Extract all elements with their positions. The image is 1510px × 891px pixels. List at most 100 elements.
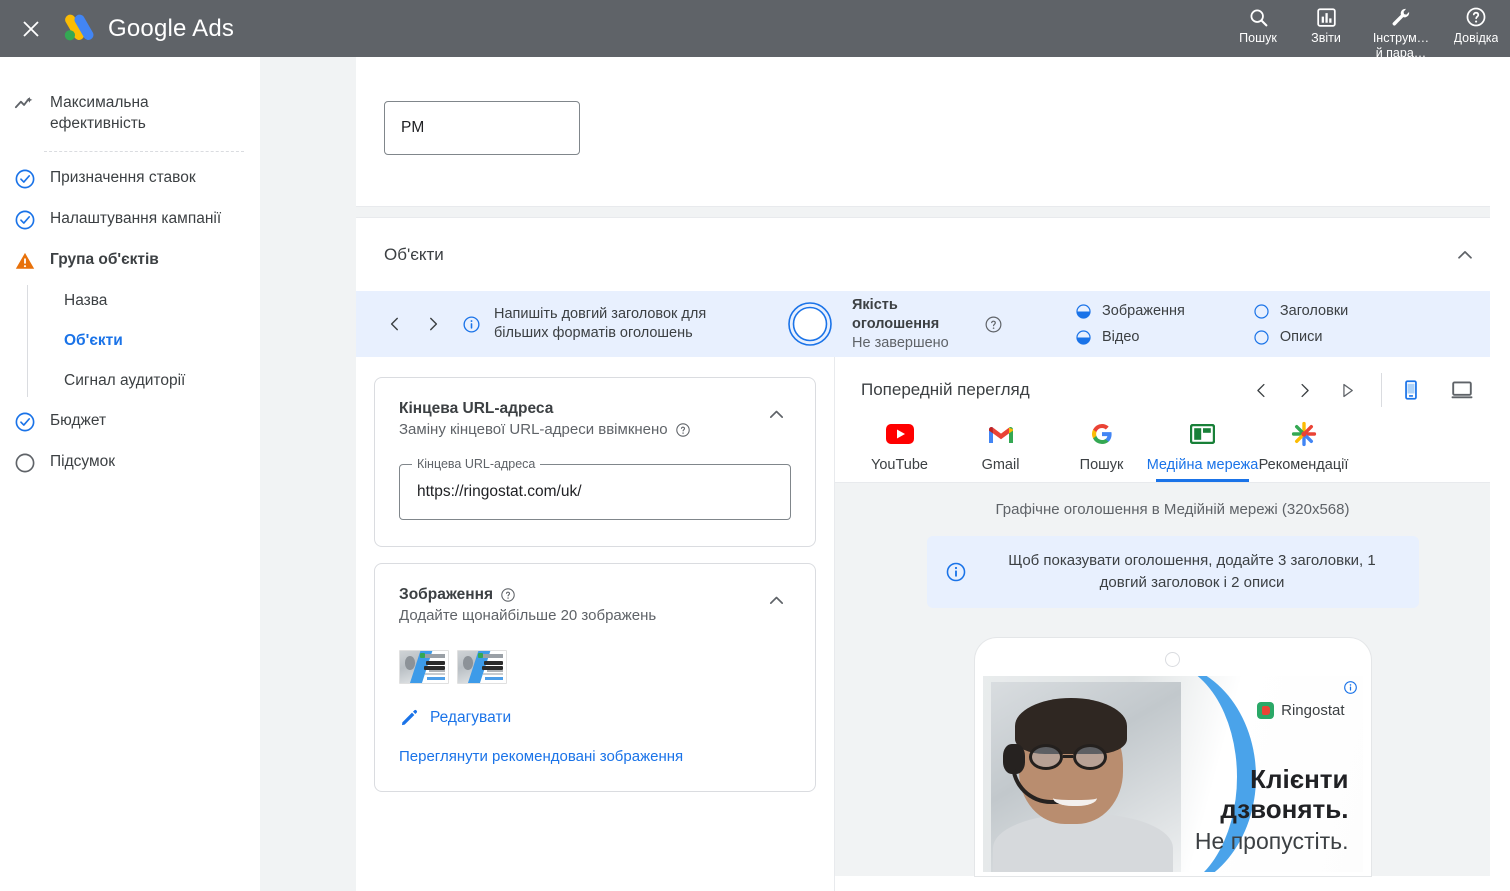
mobile-device-icon[interactable] bbox=[1400, 379, 1422, 401]
tools-settings-button[interactable]: Інструм… й пара… bbox=[1360, 0, 1442, 60]
gmail-icon bbox=[987, 419, 1015, 449]
tools-label-line1: Інструм… bbox=[1372, 31, 1430, 45]
images-subtitle: Додайте щонайбільше 20 зображень bbox=[399, 607, 656, 624]
creative-subline: Не пропустіть. bbox=[1194, 828, 1349, 854]
sidebar-item-budget[interactable]: Бюджет bbox=[0, 401, 260, 442]
tools-wrench-icon bbox=[1390, 4, 1412, 30]
phone-mockup: Ringostat Клієнти дзвонять. Не пропустіт… bbox=[974, 638, 1371, 876]
half-filled-circle-icon bbox=[1076, 303, 1091, 319]
sidebar-subitem-label: Сигнал аудиторії bbox=[64, 372, 186, 389]
ad-strength-label: Якість оголошення Не завершено bbox=[852, 296, 970, 353]
ringostat-logo-icon bbox=[1257, 702, 1275, 719]
sidebar-item-audience-signal[interactable]: Сигнал аудиторії bbox=[27, 361, 260, 401]
final-url-field: Кінцева URL-адреса bbox=[399, 457, 791, 520]
tab-label: Рекомендації bbox=[1258, 457, 1349, 473]
preview-requirements-note: Щоб показувати оголошення, додайте 3 заг… bbox=[926, 536, 1419, 608]
thumbnail-text-line bbox=[482, 673, 504, 676]
tab-youtube[interactable]: YouTube bbox=[849, 409, 950, 482]
empty-circle-icon bbox=[14, 452, 36, 474]
edit-images-label: Редагувати bbox=[430, 709, 512, 726]
tab-label: YouTube bbox=[871, 457, 928, 473]
asset-status-column-right: Заголовки Описи bbox=[1253, 303, 1348, 346]
creative-smile bbox=[1052, 788, 1097, 806]
ad-info-icon[interactable] bbox=[1343, 680, 1358, 695]
tab-gmail[interactable]: Gmail bbox=[950, 409, 1051, 482]
desktop-device-icon[interactable] bbox=[1450, 378, 1474, 402]
sidebar-item-label: Призначення ставок bbox=[50, 169, 196, 186]
half-filled-circle-icon bbox=[1076, 329, 1091, 345]
help-circle-icon[interactable] bbox=[984, 315, 1003, 334]
ad-creative-preview[interactable]: Ringostat Клієнти дзвонять. Не пропустіт… bbox=[982, 676, 1363, 872]
content-area: Об'єкти Напишіть довгий заголовок для бі… bbox=[356, 57, 1510, 891]
thumbnail-logo bbox=[419, 653, 446, 659]
tab-discovery[interactable]: Рекомендації bbox=[1253, 409, 1354, 482]
sidebar-item-label: Максимальна ефективність bbox=[50, 94, 149, 132]
assets-form-pane: Кінцева URL-адреса Заміну кінцевої URL-а… bbox=[356, 357, 835, 891]
objects-panes: Кінцева URL-адреса Заміну кінцевої URL-а… bbox=[356, 357, 1510, 891]
edit-images-button[interactable]: Редагувати bbox=[399, 708, 791, 728]
chevron-up-icon[interactable] bbox=[762, 586, 791, 620]
chevron-up-icon[interactable] bbox=[762, 400, 791, 434]
thumbnail-text-line bbox=[482, 665, 504, 670]
image-thumbnail[interactable] bbox=[457, 650, 507, 684]
campaign-name-input[interactable] bbox=[384, 101, 580, 155]
sidebar-item-campaign-settings[interactable]: Налаштування кампанії bbox=[0, 199, 260, 240]
sidebar-subitem-label: Назва bbox=[64, 292, 108, 309]
final-url-input[interactable] bbox=[400, 465, 790, 519]
performance-max-icon bbox=[14, 93, 36, 115]
display-network-icon bbox=[1190, 419, 1215, 449]
help-circle-icon[interactable] bbox=[500, 587, 516, 603]
preview-title: Попередній перегляд bbox=[861, 380, 1030, 399]
reports-bar-chart-icon bbox=[1316, 4, 1337, 30]
reports-button[interactable]: Звіти bbox=[1292, 0, 1360, 45]
preview-caption: Графічне оголошення в Медійній мережі (3… bbox=[995, 501, 1350, 518]
page-title: Об'єкти bbox=[384, 244, 444, 264]
check-circle-icon bbox=[14, 411, 36, 433]
close-icon[interactable] bbox=[16, 14, 46, 44]
sidebar-item-performance-max[interactable]: Максимальна ефективність bbox=[0, 83, 260, 143]
sidebar-item-label: Налаштування кампанії bbox=[50, 210, 222, 227]
chevron-left-icon[interactable] bbox=[1248, 377, 1275, 404]
empty-circle-icon bbox=[1254, 329, 1269, 345]
images-subtitle-text: Додайте щонайбільше 20 зображень bbox=[399, 607, 657, 624]
warning-triangle-icon bbox=[14, 250, 36, 272]
asset-status-descriptions: Описи bbox=[1253, 329, 1348, 346]
preview-header: Попередній перегляд bbox=[835, 357, 1510, 409]
help-circle-icon[interactable] bbox=[675, 422, 691, 438]
campaign-steps-sidebar: Максимальна ефективність Призначення ста… bbox=[0, 57, 260, 891]
sidebar-item-asset-group[interactable]: Група об'єктів bbox=[0, 240, 260, 281]
preview-note-text: Щоб показувати оголошення, додайте 3 заг… bbox=[1008, 552, 1376, 591]
ad-strength-bar: Напишіть довгий заголовок для більших фо… bbox=[356, 291, 1510, 357]
sidebar-item-label: Підсумок bbox=[50, 453, 116, 470]
chevron-up-icon[interactable] bbox=[1448, 238, 1482, 272]
image-thumbnail[interactable] bbox=[399, 650, 449, 684]
thumbnail-text-line bbox=[424, 673, 446, 676]
final-url-title: Кінцева URL-адреса bbox=[399, 400, 691, 418]
sidebar-item-bidding[interactable]: Призначення ставок bbox=[0, 158, 260, 199]
help-button[interactable]: Довідка bbox=[1442, 0, 1510, 45]
chevron-right-icon[interactable] bbox=[414, 305, 452, 343]
search-button[interactable]: Пошук bbox=[1224, 0, 1292, 45]
ad-strength-tip: Напишіть довгий заголовок для більших фо… bbox=[494, 306, 707, 341]
chevron-left-icon[interactable] bbox=[376, 305, 414, 343]
final-url-card: Кінцева URL-адреса Заміну кінцевої URL-а… bbox=[374, 377, 816, 547]
google-ads-campaign-editor: Google Ads Пошук Звіти Інструм… й пара… … bbox=[0, 0, 1510, 891]
objects-card-header: Об'єкти bbox=[356, 218, 1510, 291]
view-recommended-images-link[interactable]: Переглянути рекомендовані зображення bbox=[399, 748, 791, 765]
tab-label: Gmail bbox=[981, 457, 1020, 473]
images-title-text: Зображення bbox=[399, 586, 494, 603]
final-url-subtitle: Заміну кінцевої URL-адреси ввімкнено bbox=[399, 421, 691, 438]
sidebar-item-summary[interactable]: Підсумок bbox=[0, 442, 260, 483]
preview-header-divider bbox=[1381, 373, 1382, 407]
chevron-right-icon[interactable] bbox=[1291, 377, 1318, 404]
sidebar-item-objects[interactable]: Об'єкти bbox=[27, 321, 260, 361]
play-triangle-icon[interactable] bbox=[1334, 377, 1361, 404]
sidebar-item-name[interactable]: Назва bbox=[27, 281, 260, 321]
asset-status-label: Заголовки bbox=[1279, 303, 1349, 319]
tab-display-network[interactable]: Медійна мережа bbox=[1147, 409, 1258, 482]
thumbnail-text-line bbox=[484, 677, 504, 681]
sidebar-item-label: Бюджет bbox=[50, 412, 107, 429]
info-circle-icon[interactable] bbox=[462, 315, 481, 334]
tab-search[interactable]: Пошук bbox=[1051, 409, 1152, 482]
help-label: Довідка bbox=[1453, 31, 1499, 45]
